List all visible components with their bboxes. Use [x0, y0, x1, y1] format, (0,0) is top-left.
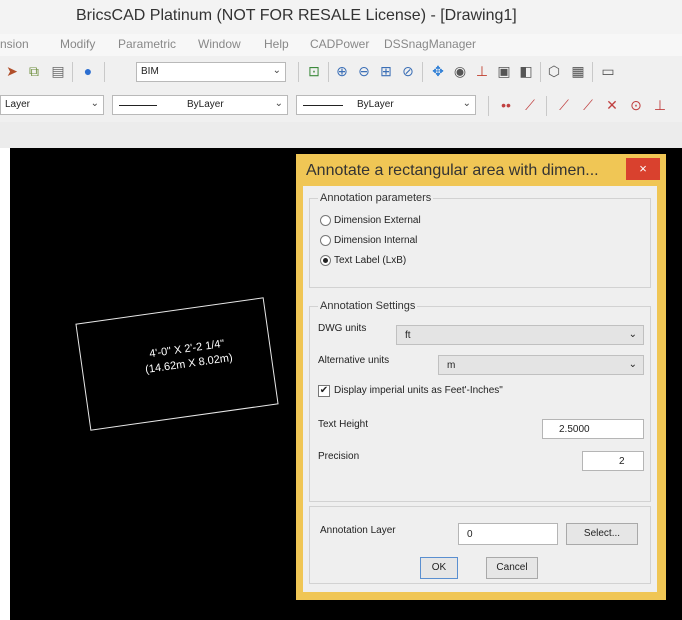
- pan-icon[interactable]: ✥: [430, 63, 446, 79]
- snap-extension-icon[interactable]: ⟋: [580, 97, 596, 113]
- lineweight-combo[interactable]: ByLayer ⌄: [296, 95, 476, 115]
- precision-value: 2: [619, 456, 625, 467]
- chevron-down-icon: ⌄: [628, 329, 637, 340]
- layer-manager-icon[interactable]: ▦: [570, 63, 586, 79]
- chevron-down-icon: ⌄: [462, 98, 471, 109]
- radio-label: Dimension External: [334, 215, 421, 226]
- menu-window[interactable]: Window: [198, 37, 241, 51]
- style-value: BIM: [141, 66, 159, 77]
- menu-bar: nsion Modify Parametric Window Help CADP…: [0, 34, 682, 56]
- precision-input[interactable]: 2: [582, 451, 644, 471]
- text-height-input[interactable]: 2.5000: [542, 419, 644, 439]
- precision-label: Precision: [318, 451, 360, 462]
- paste-icon[interactable]: ➤: [4, 63, 20, 79]
- snap-midpoint-icon[interactable]: ⟋: [522, 97, 538, 113]
- layer-combo[interactable]: Layer ⌄: [0, 95, 104, 115]
- radio-circle: [320, 235, 331, 246]
- style-combo[interactable]: BIM ⌄: [136, 62, 286, 82]
- zoom-window-icon[interactable]: ⊡: [306, 63, 322, 79]
- cube-icon[interactable]: ⬡: [546, 63, 562, 79]
- dwg-units-label: DWG units: [318, 323, 367, 334]
- camera-icon[interactable]: ▣: [496, 63, 512, 79]
- linetype-value: ByLayer: [187, 99, 224, 110]
- radio-label: Dimension Internal: [334, 235, 418, 246]
- radio-label: Text Label (LxB): [334, 255, 407, 266]
- display-imperial-checkbox[interactable]: ✔: [318, 385, 330, 397]
- layer-value: Layer: [5, 99, 31, 110]
- properties-icon[interactable]: ▤: [50, 63, 66, 79]
- dwg-units-select[interactable]: ft ⌄: [396, 325, 644, 345]
- text-height-value: 2.5000: [559, 424, 590, 435]
- menu-modify[interactable]: Modify: [60, 37, 95, 51]
- menu-parametric[interactable]: Parametric: [118, 37, 176, 51]
- chevron-down-icon: ⌄: [272, 65, 281, 76]
- view-icon[interactable]: ◉: [452, 63, 468, 79]
- radio-circle: [320, 215, 331, 226]
- title-bar: BricsCAD Platinum (NOT FOR RESALE Licens…: [0, 0, 682, 34]
- snap-center-icon[interactable]: ⊙: [628, 97, 644, 113]
- annotation-layer-value: 0: [467, 529, 473, 540]
- properties-toolbar: Layer ⌄ ByLayer ⌄ ByLayer ⌄ •• ⟋ ⟋ ⟋ ✕ ⊙…: [0, 88, 682, 122]
- chevron-down-icon: ⌄: [628, 359, 637, 370]
- annotation-parameters-title: Annotation parameters: [318, 192, 434, 204]
- zoom-extents-icon[interactable]: ⊞: [378, 63, 394, 79]
- close-button[interactable]: ×: [626, 158, 660, 180]
- lineweight-value: ByLayer: [357, 99, 394, 110]
- menu-dimension[interactable]: nsion: [0, 37, 29, 51]
- menu-cadpower[interactable]: CADPower: [310, 37, 369, 51]
- checkmark-icon: ✔: [319, 385, 329, 396]
- linetype-combo[interactable]: ByLayer ⌄: [112, 95, 288, 115]
- match-properties-icon[interactable]: ⧉: [26, 63, 42, 79]
- display-imperial-label: Display imperial units as Feet'-Inches": [334, 385, 503, 396]
- chevron-down-icon: ⌄: [90, 98, 99, 109]
- radio-circle-selected: [320, 255, 331, 266]
- alt-units-select[interactable]: m ⌄: [438, 355, 644, 375]
- annotation-layer-input[interactable]: 0: [458, 523, 558, 545]
- zoom-in-icon[interactable]: ⊕: [334, 63, 350, 79]
- snap-intersection-icon[interactable]: ⟋: [556, 97, 572, 113]
- ok-button[interactable]: OK: [420, 557, 458, 579]
- snap-endpoint-icon[interactable]: ••: [498, 97, 514, 113]
- annotation-layer-label: Annotation Layer: [320, 525, 396, 536]
- chevron-down-icon: ⌄: [274, 98, 283, 109]
- app-title: BricsCAD Platinum (NOT FOR RESALE Licens…: [76, 7, 517, 24]
- annotation-settings-title: Annotation Settings: [318, 300, 418, 312]
- snap-apparent-icon[interactable]: ✕: [604, 97, 620, 113]
- help-icon[interactable]: ●: [80, 63, 96, 79]
- annotation-parameters-group: Annotation parameters Dimension External…: [309, 192, 651, 288]
- standard-toolbar: ➤ ⧉ ▤ ● BIM ⌄ ⊡ ⊕ ⊖ ⊞ ⊘ ✥ ◉ ⊥ ▣ ◧ ⬡ ▦ ▭: [0, 56, 682, 89]
- zoom-out-icon[interactable]: ⊖: [356, 63, 372, 79]
- alt-units-label: Alternative units: [318, 355, 390, 366]
- panel-icon[interactable]: ▭: [600, 63, 616, 79]
- menu-dssnagmanager[interactable]: DSSnagManager: [384, 37, 476, 51]
- annotation-layer-group: Annotation Layer 0 Select... OK Cancel: [309, 506, 651, 584]
- annotation-settings-group: Annotation Settings DWG units ft ⌄ Alter…: [309, 300, 651, 502]
- cancel-button[interactable]: Cancel: [486, 557, 538, 579]
- text-height-label: Text Height: [318, 419, 369, 430]
- zoom-previous-icon[interactable]: ⊘: [400, 63, 416, 79]
- close-icon: ×: [639, 161, 647, 176]
- render-icon[interactable]: ◧: [518, 63, 534, 79]
- snap-perpendicular-icon[interactable]: ⊥: [652, 97, 668, 113]
- dialog-title: Annotate a rectangular area with dimen..…: [306, 162, 599, 179]
- annotate-dialog: Annotate a rectangular area with dimen..…: [296, 154, 666, 600]
- dwg-units-value: ft: [405, 330, 411, 341]
- menu-help[interactable]: Help: [264, 37, 289, 51]
- ucs-icon[interactable]: ⊥: [474, 63, 490, 79]
- command-strip: [0, 122, 682, 148]
- alt-units-value: m: [447, 360, 456, 371]
- select-layer-button[interactable]: Select...: [566, 523, 638, 545]
- dialog-body: Annotation parameters Dimension External…: [303, 186, 657, 592]
